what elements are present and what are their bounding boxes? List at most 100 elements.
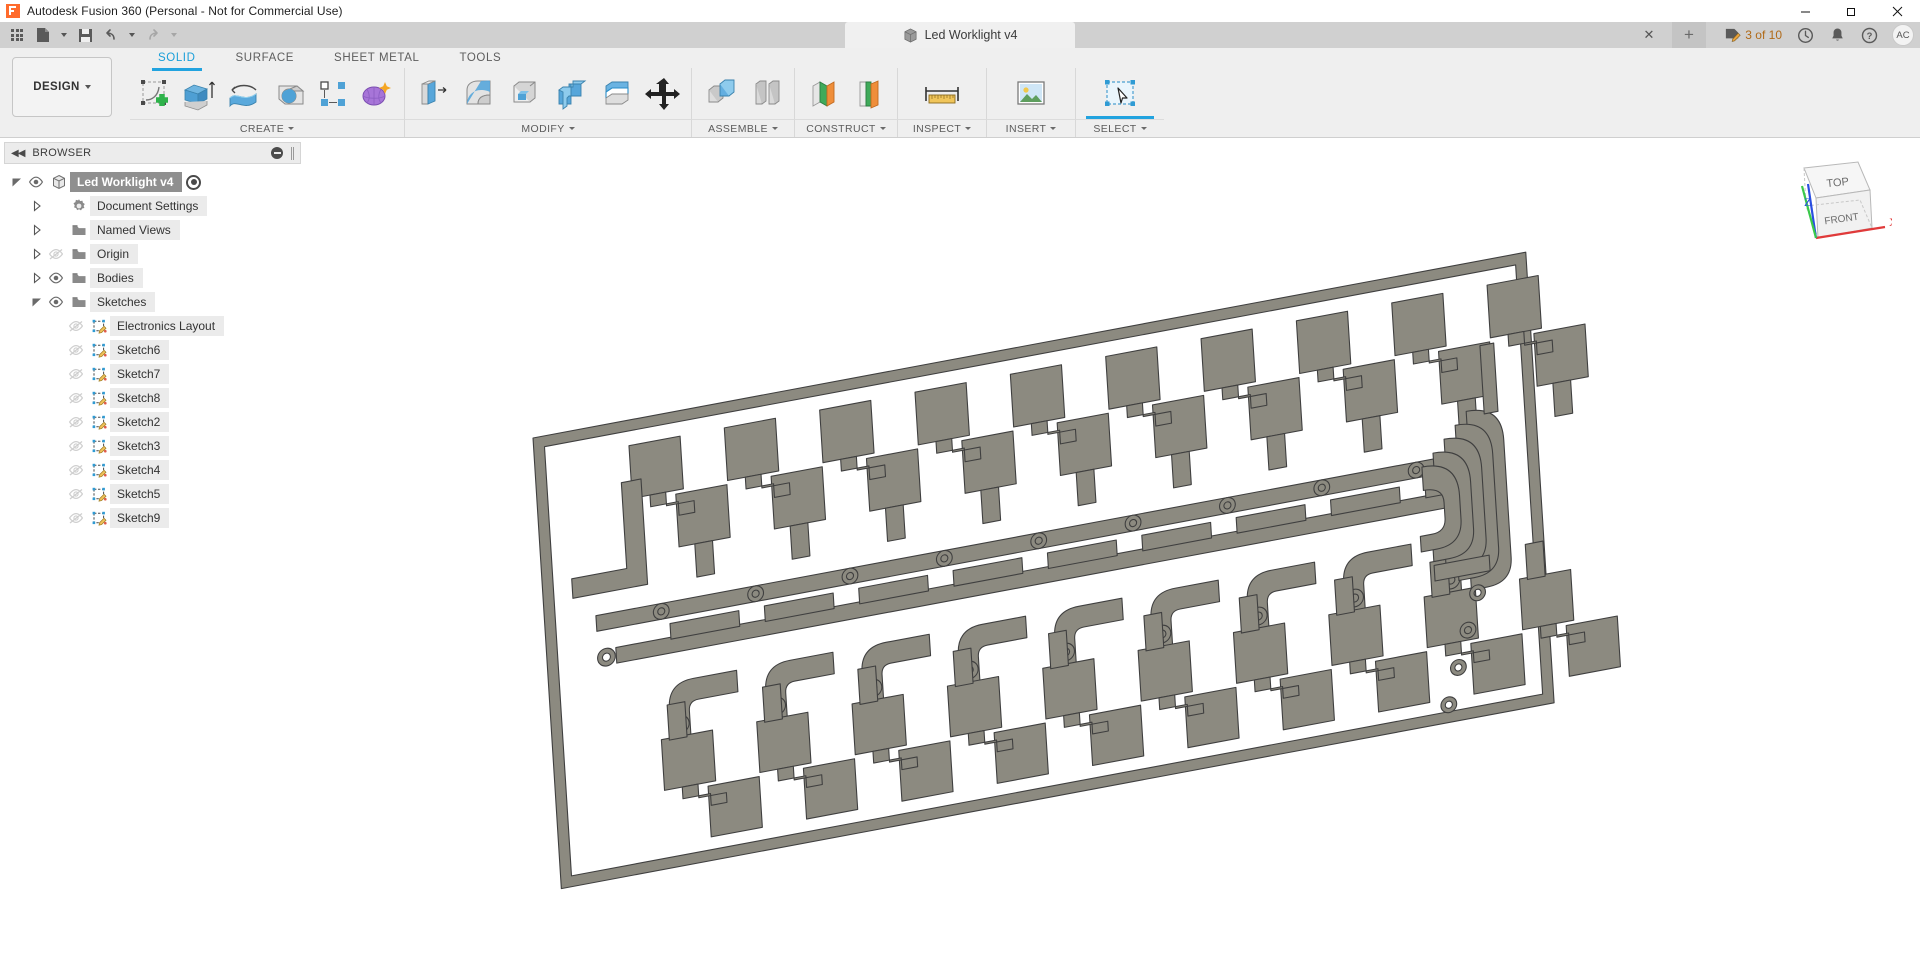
visibility-toggle-icon[interactable]	[44, 290, 68, 314]
tree-item-origin[interactable]: Origin	[0, 242, 305, 266]
tree-item-sketch8[interactable]: Sketch8	[0, 386, 305, 410]
visibility-toggle-icon[interactable]	[64, 458, 88, 482]
tree-item-document-settings[interactable]: Document Settings	[0, 194, 305, 218]
drag-grip-icon[interactable]	[291, 146, 294, 160]
panel-modify-label[interactable]: MODIFY	[404, 119, 691, 137]
close-icon[interactable]	[1874, 0, 1920, 22]
save-icon[interactable]	[72, 23, 98, 47]
rect-pattern-button[interactable]	[314, 71, 352, 117]
browser-tree: Led Worklight v4 Document Settings Named V…	[0, 164, 305, 530]
tree-item-sketch4[interactable]: Sketch4	[0, 458, 305, 482]
shell-button[interactable]	[503, 71, 547, 117]
visibility-toggle-icon[interactable]	[44, 242, 68, 266]
expand-arrow-open-icon[interactable]	[10, 170, 24, 194]
expand-arrow-closed-icon[interactable]	[30, 194, 44, 218]
expand-arrow-closed-icon[interactable]	[30, 242, 44, 266]
fillet-button[interactable]	[457, 71, 501, 117]
tree-item-sketch7[interactable]: Sketch7	[0, 362, 305, 386]
collapse-left-icon[interactable]: ◀◀	[11, 148, 25, 159]
tree-item-sketch2[interactable]: Sketch2	[0, 410, 305, 434]
panel-insert-label[interactable]: INSERT	[986, 119, 1075, 137]
tree-item-label: Led Worklight v4	[70, 172, 183, 192]
new-document-dropdown-icon[interactable]	[56, 23, 72, 47]
bell-icon[interactable]	[1828, 26, 1846, 44]
maximize-icon[interactable]	[1828, 0, 1874, 22]
visibility-toggle-icon[interactable]	[64, 506, 88, 530]
visibility-toggle-icon[interactable]	[64, 338, 88, 362]
insert-canvas-button[interactable]	[1009, 71, 1053, 117]
tree-item-electronics-layout[interactable]: Electronics Layout	[0, 314, 305, 338]
undo-icon[interactable]	[98, 23, 124, 47]
tree-item-sketch6[interactable]: Sketch6	[0, 338, 305, 362]
expand-arrow-closed-icon[interactable]	[30, 218, 44, 242]
panel-select-label[interactable]: SELECT	[1075, 116, 1164, 137]
redo-icon[interactable]	[140, 23, 166, 47]
activate-component-radio[interactable]	[186, 174, 202, 190]
visibility-toggle-icon[interactable]	[64, 386, 88, 410]
browser-header: ◀◀ BROWSER	[4, 142, 301, 164]
joint-button[interactable]	[744, 71, 788, 117]
extrude-button[interactable]	[176, 71, 220, 117]
tab-tools[interactable]: TOOLS	[439, 48, 521, 68]
move-copy-button[interactable]	[641, 71, 685, 117]
visibility-toggle-icon[interactable]	[24, 170, 48, 194]
sweep-button[interactable]	[268, 71, 312, 117]
tab-sheet-metal[interactable]: SHEET METAL	[314, 48, 439, 68]
create-form-button[interactable]	[354, 71, 398, 117]
pcb-trace	[857, 665, 879, 705]
tree-item-named-views[interactable]: Named Views	[0, 218, 305, 242]
document-tab[interactable]: Led Worklight v4	[845, 22, 1075, 48]
visibility-toggle-icon[interactable]	[64, 362, 88, 386]
design-workspace-selector[interactable]: DESIGN	[12, 57, 112, 117]
minimize-icon[interactable]	[1782, 0, 1828, 22]
panel-assemble-label[interactable]: ASSEMBLE	[691, 119, 794, 137]
led-worklight-pcb-body[interactable]	[305, 138, 1920, 961]
model-canvas[interactable]: TOP FRONT X Z	[305, 138, 1920, 961]
tree-item-led-worklight-v4[interactable]: Led Worklight v4	[0, 170, 305, 194]
clock-icon[interactable]	[1796, 26, 1814, 44]
help-icon[interactable]: ?	[1860, 26, 1878, 44]
select-tool-button[interactable]	[1098, 71, 1142, 117]
tree-item-sketch5[interactable]: Sketch5	[0, 482, 305, 506]
visibility-toggle-icon[interactable]	[64, 314, 88, 338]
new-tab-button[interactable]: +	[1672, 22, 1706, 48]
viewcube-x-axis-label: X	[1889, 215, 1892, 229]
new-document-icon[interactable]	[30, 23, 56, 47]
tree-item-sketch9[interactable]: Sketch9	[0, 506, 305, 530]
app-grid-icon[interactable]	[4, 23, 30, 47]
create-sketch-button[interactable]	[136, 71, 174, 117]
redo-dropdown-icon[interactable]	[166, 23, 182, 47]
new-component-button[interactable]	[698, 71, 742, 117]
tab-surface[interactable]: SURFACE	[216, 48, 315, 68]
tree-item-sketch3[interactable]: Sketch3	[0, 434, 305, 458]
expand-arrow-closed-icon[interactable]	[30, 266, 44, 290]
tree-item-sketches[interactable]: Sketches	[0, 290, 305, 314]
tab-solid[interactable]: SOLID	[138, 48, 216, 71]
avatar[interactable]: AC	[1892, 24, 1914, 46]
browser-title: BROWSER	[32, 147, 92, 159]
tab-tools-label: TOOLS	[459, 52, 502, 64]
expand-arrow-open-icon[interactable]	[30, 290, 44, 314]
panel-create-label[interactable]: CREATE	[130, 119, 404, 137]
visibility-toggle-icon[interactable]	[64, 410, 88, 434]
press-pull-button[interactable]	[411, 71, 455, 117]
tree-item-bodies[interactable]: Bodies	[0, 266, 305, 290]
visibility-toggle-icon[interactable]	[64, 482, 88, 506]
plane-angle-button[interactable]	[847, 71, 891, 117]
undo-dropdown-icon[interactable]	[124, 23, 140, 47]
offset-plane-button[interactable]	[801, 71, 845, 117]
edit-count-indicator[interactable]: 3 of 10	[1723, 26, 1782, 44]
view-cube[interactable]: TOP FRONT X Z	[1772, 150, 1898, 260]
panel-construct-label[interactable]: CONSTRUCT	[794, 119, 897, 137]
pcb-pad	[993, 722, 1049, 784]
pcb-geometry	[532, 251, 1622, 890]
split-body-button[interactable]	[595, 71, 639, 117]
visibility-toggle-icon[interactable]	[64, 434, 88, 458]
revolve-button[interactable]	[222, 71, 266, 117]
collapse-all-icon[interactable]	[271, 147, 283, 159]
close-tab-button[interactable]: ✕	[1640, 26, 1658, 44]
panel-inspect-label[interactable]: INSPECT	[897, 119, 986, 137]
measure-button[interactable]	[920, 71, 964, 117]
combine-button[interactable]	[549, 71, 593, 117]
visibility-toggle-icon[interactable]	[44, 266, 68, 290]
